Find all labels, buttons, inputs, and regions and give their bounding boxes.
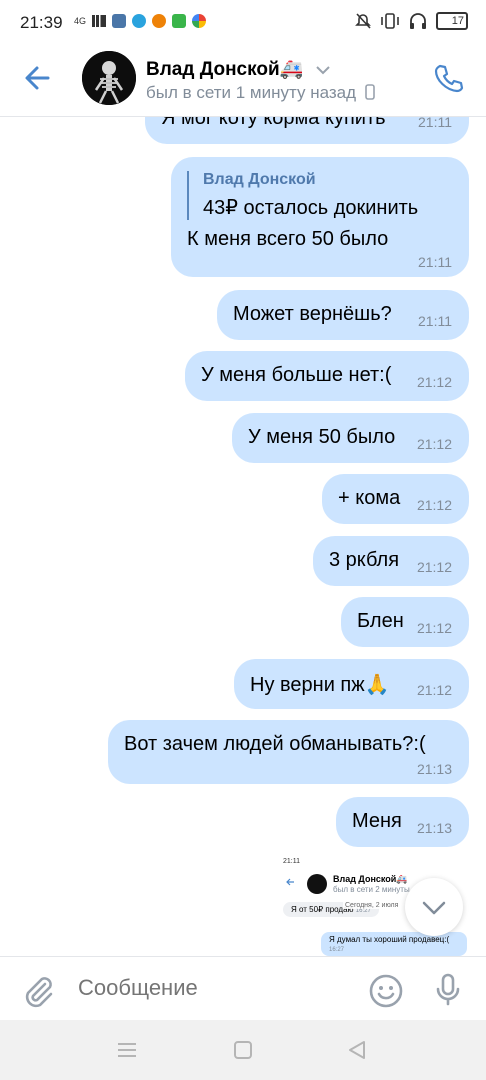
thumb-status-time: 21:11	[283, 858, 300, 865]
status-time: 21:39	[20, 13, 63, 32]
nav-back-icon[interactable]	[346, 1039, 368, 1061]
quote-author: Влад Донской	[203, 171, 316, 188]
message-text: К меня всего 50 было	[187, 228, 389, 250]
message-text: Ну верни пж🙏	[250, 674, 390, 696]
system-navigation-bar	[0, 1020, 486, 1080]
last-seen-text: был в сети 1 минуту назад	[146, 83, 357, 102]
message-bubble[interactable]: Блен 21:12	[341, 597, 469, 647]
message-time: 21:12	[416, 374, 452, 390]
message-bubble[interactable]: У меня больше нет:( 21:12	[185, 351, 469, 401]
message-text: 3 ркбля	[329, 549, 400, 571]
message-time: 21:12	[416, 436, 452, 452]
message-text: У меня больше нет:(	[201, 364, 392, 386]
reply-quote[interactable]: Влад Донской 43₽ осталось докинить	[187, 171, 418, 220]
ok-app-icon	[152, 14, 167, 28]
call-button[interactable]	[428, 58, 468, 98]
puzzle-icon	[172, 14, 187, 28]
message-time: 21:13	[416, 820, 452, 836]
google-icon	[192, 14, 207, 28]
attach-icon	[25, 977, 53, 1008]
quote-text: 43₽ осталось докинить	[203, 197, 419, 219]
thumb-outgoing-time: 16:27	[329, 947, 345, 953]
ambulance-emoji: 🚑	[279, 59, 304, 80]
status-bar: 21:39 4G 17	[0, 0, 486, 46]
headphones-icon	[410, 13, 426, 29]
battery-indicator: 17	[436, 12, 468, 30]
chevron-down-icon	[315, 66, 330, 75]
message-text: Может вернёшь?	[233, 303, 392, 325]
message-text: У меня 50 было	[248, 426, 396, 448]
message-list[interactable]: Я мог коту корма купить 21:11 Влад Донск…	[0, 116, 486, 956]
message-bubble[interactable]: Может вернёшь? 21:11	[217, 290, 469, 340]
message-time: 21:11	[418, 313, 452, 329]
message-time: 21:12	[416, 682, 452, 698]
thumb-date-separator: Сегодня, 2 июля	[343, 902, 401, 909]
mobile-icon	[364, 84, 375, 100]
mic-icon	[436, 973, 460, 1006]
thumb-avatar	[307, 874, 327, 894]
message-time: 21:11	[418, 254, 452, 270]
message-text: Блен	[357, 610, 404, 632]
back-arrow-icon	[25, 66, 50, 90]
thumb-outgoing-text: Я думал ты хороший продавец:(	[329, 935, 450, 944]
mute-icon	[355, 13, 371, 29]
vibrate-icon	[381, 13, 399, 29]
chevron-down-icon	[422, 901, 446, 915]
message-bubble[interactable]: Вот зачем людей обманывать?:( 21:13	[108, 720, 469, 784]
skeleton-avatar-image	[82, 51, 136, 105]
signal-icon	[92, 15, 107, 27]
message-text: Я мог коту корма купить	[161, 116, 386, 129]
thumb-status: был в сети 2 минуты	[333, 885, 410, 894]
message-time: 21:12	[416, 620, 452, 636]
thumb-back-arrow-icon	[286, 878, 294, 886]
recent-apps-icon[interactable]	[116, 1040, 138, 1060]
message-bubble[interactable]: Меня 21:13	[336, 797, 469, 847]
message-bubble[interactable]: + кома 21:12	[322, 474, 469, 524]
emoji-button[interactable]	[366, 971, 406, 1011]
message-text: Меня	[352, 810, 402, 832]
phone-icon	[434, 64, 464, 93]
last-seen-status: был в сети 1 минуту назад	[146, 83, 375, 103]
message-bubble[interactable]: У меня 50 было 21:12	[232, 413, 469, 463]
network-label: 4G	[74, 16, 87, 26]
voice-message-button[interactable]	[428, 969, 468, 1009]
message-text: + кома	[338, 487, 401, 509]
message-bubble[interactable]: Я мог коту корма купить 21:11	[145, 116, 469, 144]
telegram-icon	[132, 14, 147, 28]
contact-name[interactable]: Влад Донской🚑	[146, 57, 331, 81]
message-time: 21:11	[418, 116, 452, 130]
scroll-to-bottom-button[interactable]	[405, 878, 463, 936]
message-bubble-with-reply[interactable]: Влад Донской 43₽ осталось докинить К мен…	[171, 157, 469, 277]
vk-app-icon	[112, 14, 127, 28]
message-composer	[0, 956, 486, 1021]
home-icon[interactable]	[233, 1040, 253, 1060]
emoji-icon	[369, 974, 403, 1008]
message-input[interactable]	[78, 975, 348, 1001]
attach-button[interactable]	[18, 971, 58, 1011]
avatar[interactable]	[82, 51, 136, 105]
message-bubble[interactable]: 3 ркбля 21:12	[313, 536, 469, 586]
notification-icons: 4G	[74, 14, 207, 28]
message-time: 21:12	[416, 559, 452, 575]
message-text: Вот зачем людей обманывать?:(	[124, 733, 426, 755]
chat-header: Влад Донской🚑 был в сети 1 минуту назад	[0, 46, 486, 117]
message-time: 21:12	[416, 497, 452, 513]
message-time: 21:13	[416, 761, 452, 777]
thumb-contact-name: Влад Донской🚑	[333, 874, 408, 884]
back-button[interactable]	[20, 60, 56, 96]
contact-name-text: Влад Донской	[146, 59, 280, 80]
message-bubble[interactable]: Ну верни пж🙏 21:12	[234, 659, 469, 709]
system-icons: 17	[354, 12, 468, 30]
